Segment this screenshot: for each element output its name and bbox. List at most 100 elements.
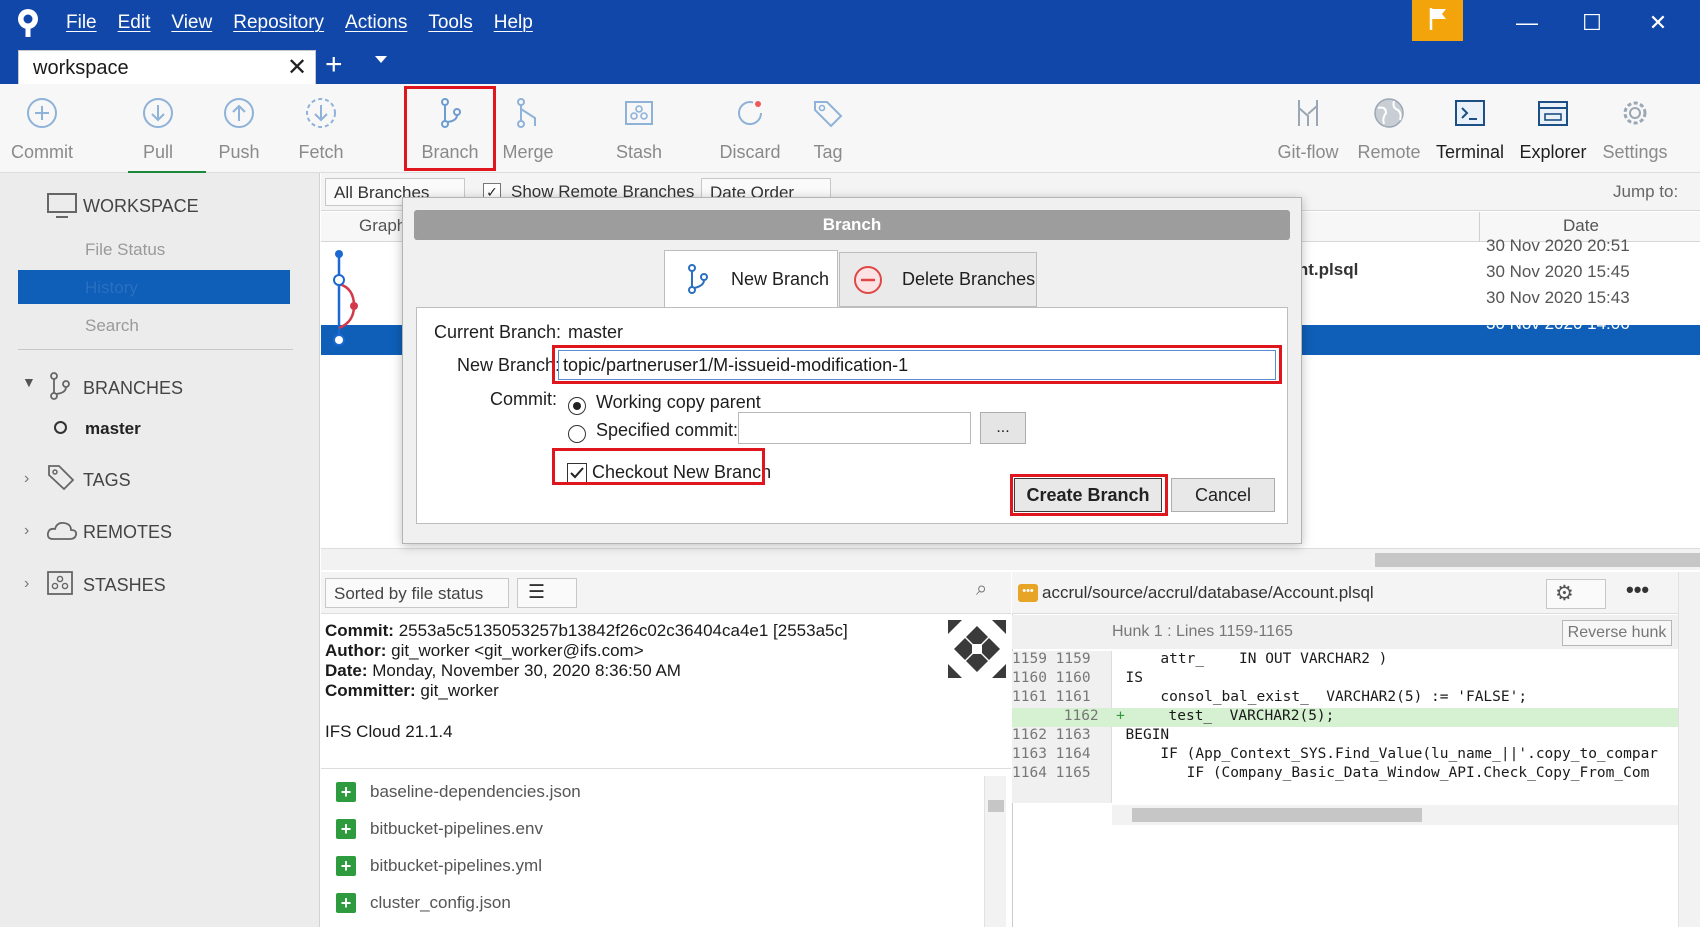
new-line-num: 1161 (1055, 689, 1091, 705)
menu-repository[interactable]: Repository (233, 12, 324, 34)
push-button[interactable]: Push (197, 84, 281, 173)
menu-help[interactable]: Help (494, 12, 533, 34)
tab-delete-branches[interactable]: Delete Branches (839, 252, 1037, 307)
diff-file-path: accrul/source/accrul/database/Account.pl… (1042, 583, 1374, 602)
file-name: baseline-dependencies.json (370, 782, 581, 801)
scroll-thumb[interactable] (1132, 808, 1422, 822)
more-options-icon[interactable]: ••• (1626, 577, 1649, 603)
pull-icon (143, 98, 173, 128)
stash-button[interactable]: Stash (597, 84, 681, 173)
current-branch-value: master (568, 322, 624, 342)
commit-message: IFS Cloud 21.1.4 (325, 722, 453, 741)
sort-value: Sorted by file status (334, 584, 484, 603)
menu-edit[interactable]: Edit (118, 12, 151, 34)
explorer-button[interactable]: Explorer (1511, 84, 1595, 173)
scroll-thumb[interactable] (988, 800, 1004, 812)
tags-header[interactable]: TAGS (83, 470, 131, 491)
tag-button[interactable]: Tag (786, 84, 870, 173)
workspace-header: WORKSPACE (83, 196, 199, 216)
pull-button[interactable]: Pull (116, 84, 200, 173)
diff-options-select[interactable]: ⚙ (1546, 579, 1606, 609)
diff-line: 1161 1161 consol_bal_exist_ VARCHAR2(5) … (1012, 689, 1700, 708)
chevron-right-icon[interactable]: › (24, 470, 29, 488)
stashes-header[interactable]: STASHES (83, 575, 166, 596)
view-mode-select[interactable]: ☰ (517, 578, 577, 608)
specified-commit-input[interactable] (738, 412, 971, 444)
diff-code: consol_bal_exist_ VARCHAR2(5) := 'FALSE'… (1125, 689, 1528, 705)
diff-hscrollbar[interactable] (1112, 805, 1678, 825)
specified-commit-radio[interactable] (568, 425, 586, 443)
diff-line: 1164 1165 IF (Company_Basic_Data_Window_… (1012, 765, 1700, 784)
chevron-right-icon[interactable]: › (24, 522, 29, 540)
col-date[interactable]: Date (1563, 216, 1599, 236)
file-added-icon: + (336, 856, 356, 876)
settings-icon (1623, 101, 1647, 125)
commit-author-label: Author: (325, 641, 387, 660)
cancel-button[interactable]: Cancel (1171, 478, 1275, 512)
diff-line: 1159 1159 attr_ IN OUT VARCHAR2 ) (1012, 651, 1700, 670)
file-item[interactable]: + bitbucket-pipelines.env (336, 819, 543, 839)
history-date: 30 Nov 2020 15:45 (1486, 262, 1630, 281)
diff-line: 1162 1163 BEGIN (1012, 727, 1700, 746)
chevron-down-icon[interactable]: ▼ (22, 374, 36, 390)
hunk-header: Hunk 1 : Lines 1159-1165 Reverse hunk (1012, 615, 1678, 649)
author-avatar (948, 620, 1006, 678)
sidebar-item-search[interactable]: Search (85, 316, 139, 336)
menu-view[interactable]: View (171, 12, 212, 34)
history-hscrollbar[interactable] (321, 548, 1700, 570)
merge-icon (517, 98, 536, 128)
diff-toolbar: ••• accrul/source/accrul/database/Accoun… (1012, 572, 1700, 614)
col-graph[interactable]: Graph (359, 216, 406, 236)
scroll-thumb[interactable] (1375, 553, 1700, 567)
right-vscrollbar[interactable] (1678, 572, 1700, 927)
close-window-button[interactable]: ✕ (1633, 6, 1683, 40)
old-line-num: 1159 (1012, 651, 1047, 667)
remotes-header[interactable]: REMOTES (83, 522, 172, 543)
stashes-icon (47, 571, 73, 595)
minimize-button[interactable]: — (1502, 6, 1552, 40)
sidebar-divider (18, 349, 293, 350)
commit-button[interactable]: Commit (0, 84, 84, 173)
working-copy-radio[interactable] (568, 397, 586, 415)
current-branch-label: Current Branch: (434, 322, 562, 342)
tab-new-branch[interactable]: New Branch (664, 250, 838, 308)
gitflow-icon (1298, 100, 1318, 126)
close-tab-icon[interactable]: ✕ (287, 53, 307, 82)
maximize-button[interactable]: ☐ (1567, 6, 1617, 40)
branch-master[interactable]: master (85, 419, 141, 439)
menu-actions[interactable]: Actions (345, 12, 407, 34)
files-vscrollbar[interactable] (984, 776, 1006, 927)
tab-dropdown-icon[interactable] (375, 56, 387, 63)
gitflow-label: Git-flow (1277, 142, 1339, 162)
file-name: bitbucket-pipelines.env (370, 819, 543, 838)
flag-button[interactable] (1412, 0, 1463, 41)
new-tab-icon[interactable]: + (325, 48, 343, 82)
gitflow-button[interactable]: Git-flow (1266, 84, 1350, 173)
diff-code: IF (Company_Basic_Data_Window_API.Check_… (1125, 765, 1650, 781)
tag-icon (814, 101, 843, 128)
file-item[interactable]: + bitbucket-pipelines.yml (336, 856, 542, 876)
flag-icon (1429, 8, 1446, 30)
sidebar-item-file-status[interactable]: File Status (85, 240, 165, 260)
tab-workspace[interactable]: workspace ✕ (18, 50, 316, 86)
search-icon[interactable]: ⌕ (976, 578, 987, 601)
reverse-hunk-button[interactable]: Reverse hunk (1562, 620, 1672, 646)
discard-button[interactable]: Discard (708, 84, 792, 173)
merge-button[interactable]: Merge (486, 84, 570, 173)
branches-header[interactable]: BRANCHES (83, 378, 183, 399)
remote-button[interactable]: Remote (1347, 84, 1431, 173)
menu-tools[interactable]: Tools (428, 12, 472, 34)
fetch-button[interactable]: Fetch (279, 84, 363, 173)
push-icon (224, 98, 254, 128)
chevron-right-icon[interactable]: › (24, 575, 29, 593)
browse-commit-button[interactable]: ... (980, 412, 1026, 444)
sidebar-item-history[interactable] (18, 270, 290, 304)
terminal-button[interactable]: Terminal (1428, 84, 1512, 173)
file-item[interactable]: + cluster_config.json (336, 893, 511, 913)
sort-select[interactable]: Sorted by file status (325, 578, 509, 608)
file-item[interactable]: + baseline-dependencies.json (336, 782, 581, 802)
menu-file[interactable]: File (66, 12, 97, 34)
settings-button[interactable]: Settings (1593, 84, 1677, 173)
gear-icon: ⚙ (1555, 582, 1574, 605)
new-branch-highlight-frame (552, 345, 1282, 384)
